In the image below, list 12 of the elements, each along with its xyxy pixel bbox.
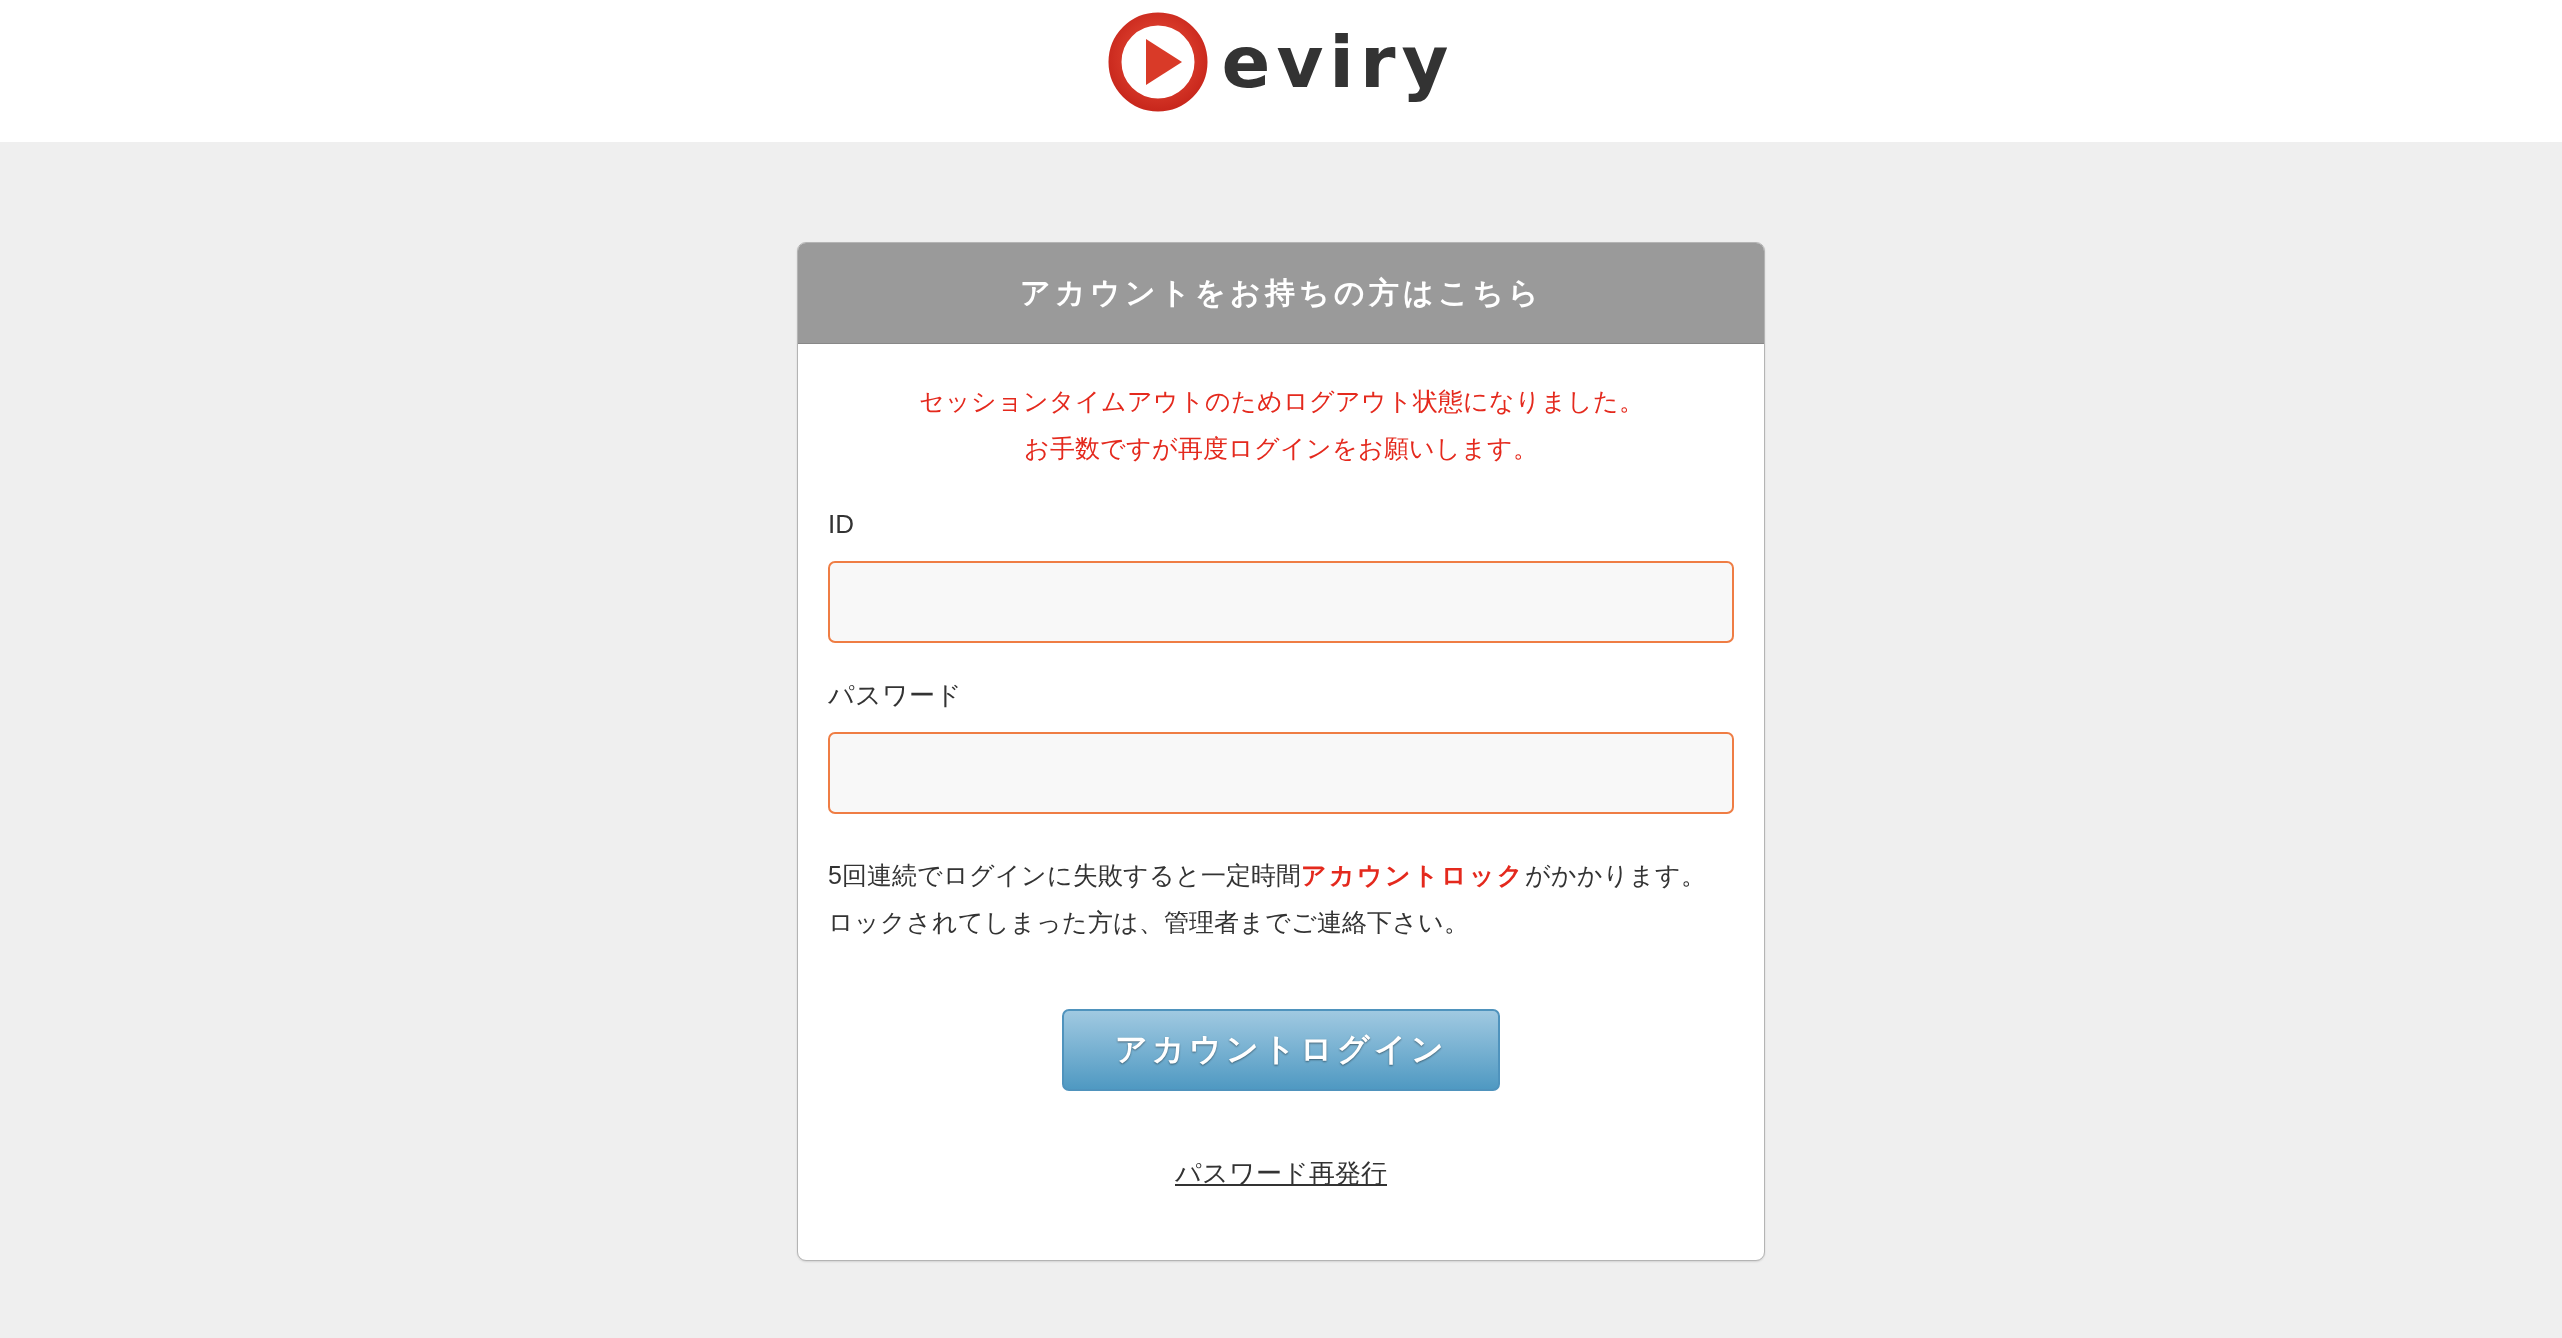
input-field[interactable] [828,561,1734,643]
input-field[interactable] [828,732,1734,814]
logo-wordmark: eviry [1221,22,1455,102]
error-message: セッションタイムアウトのためログアウト状態になりました。 [917,386,1645,417]
play-logo-icon [1107,12,1208,112]
card-title: アカウントをお持ちの方はこちら [1019,275,1543,311]
field-label: ID [828,508,855,541]
notice-text: 5回連続でログインに失敗すると一定時間アカウントロックがかかります。 [828,860,1707,891]
error-message: お手数ですが再度ログインをお願いします。 [1023,433,1539,464]
password-reset-link[interactable]: パスワード再発行 [1175,1156,1387,1190]
field-label: パスワード [828,679,963,712]
notice-text: ロックされてしまった方は、管理者までご連絡下さい。 [828,907,1470,938]
